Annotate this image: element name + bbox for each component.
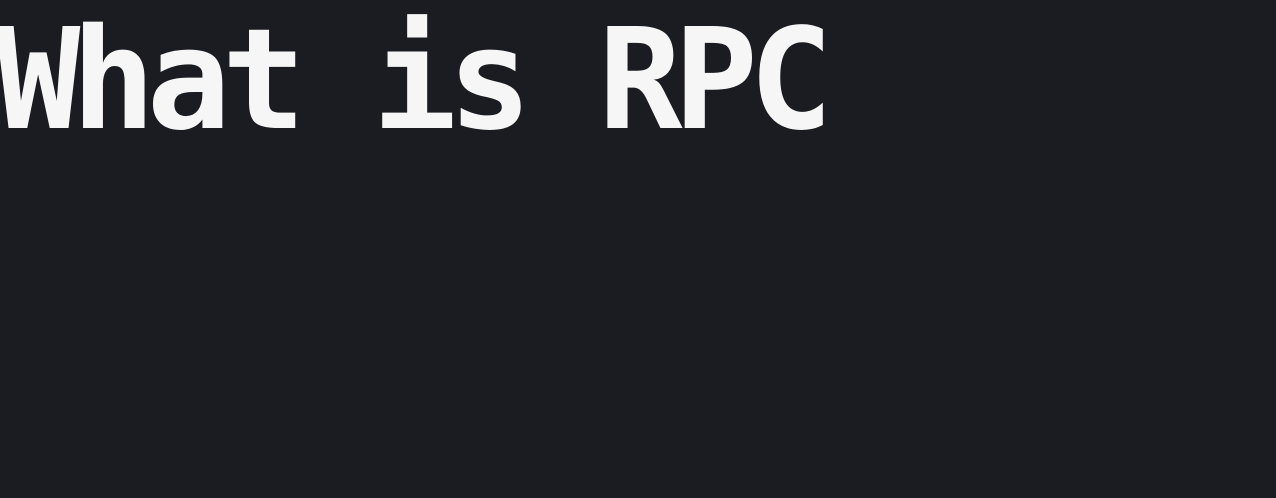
slide-title: What is RPC [0, 0, 833, 162]
slide-canvas: What is RPC [0, 0, 1276, 498]
